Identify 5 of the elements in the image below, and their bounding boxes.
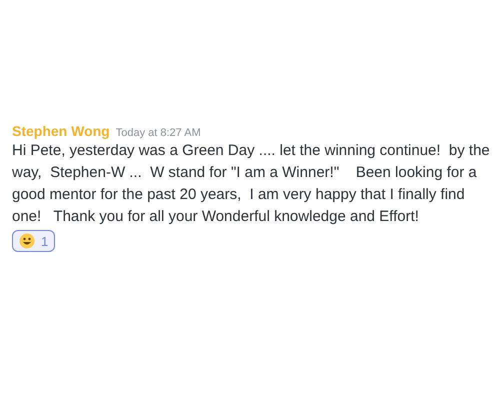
- reaction-button[interactable]: 1: [12, 230, 56, 252]
- timestamp: Today at 8:27 AM: [116, 127, 201, 139]
- smiley-icon: [19, 233, 35, 249]
- author-name[interactable]: Stephen Wong: [12, 123, 110, 139]
- message-text: Hi Pete, yesterday was a Green Day .... let the winning continue! by the way, Stephen-W ... W stand for "I am a Winner!" Been looking for a good mentor for the past 20 years, I am very happy that I finally find one! Thank you for all your Wonderful knowledge and Effort!: [12, 141, 491, 227]
